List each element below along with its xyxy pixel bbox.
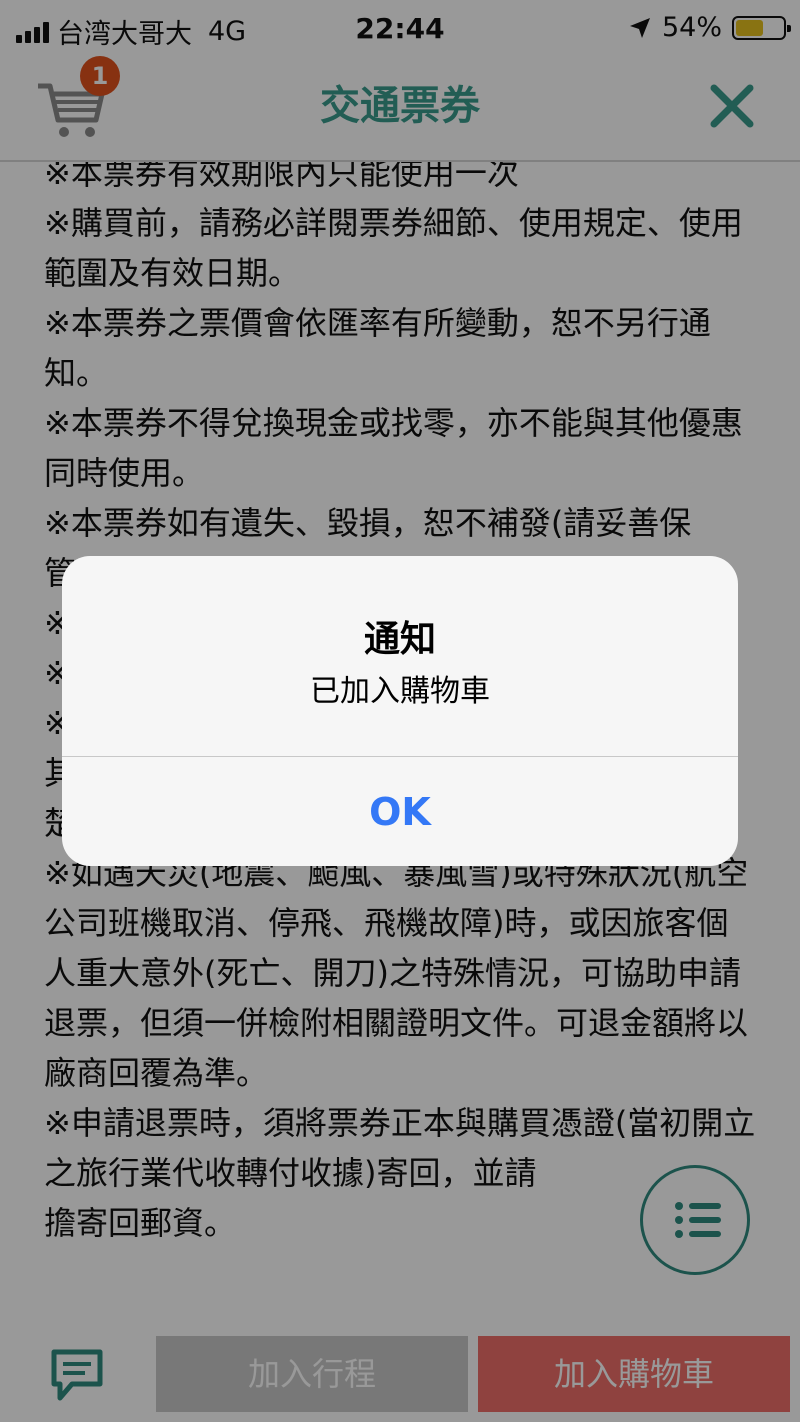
dialog-message: 已加入購物車: [310, 674, 490, 709]
dialog-divider: [62, 756, 738, 757]
dialog-title: 通知: [363, 619, 436, 660]
ok-button[interactable]: OK: [62, 758, 738, 866]
notification-dialog: 通知 已加入購物車 OK: [62, 556, 738, 866]
